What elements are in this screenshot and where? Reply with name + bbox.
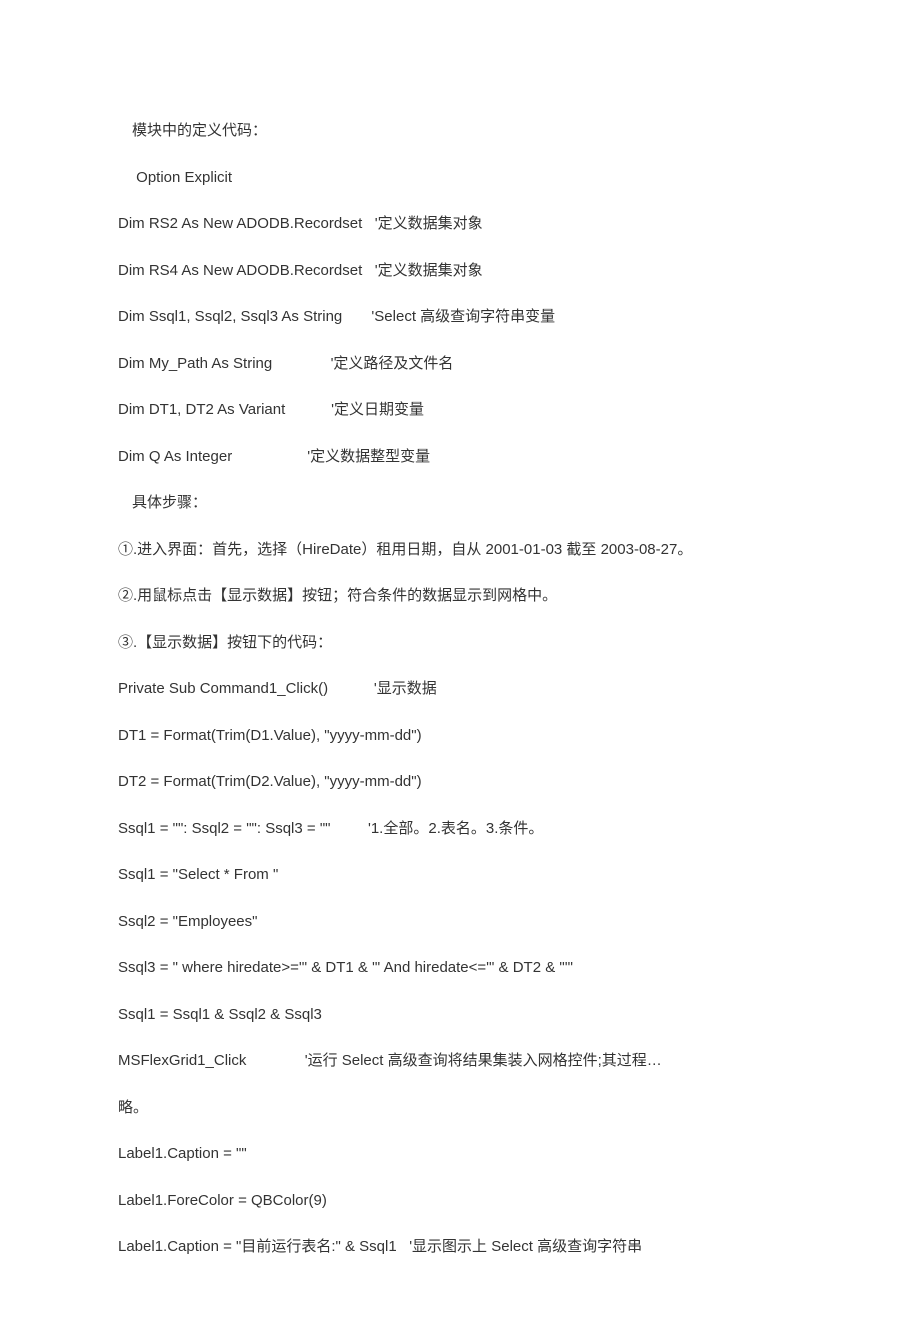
code-line: Label1.Caption = ""	[118, 1143, 805, 1166]
code-line: DT2 = Format(Trim(D2.Value), "yyyy-mm-dd…	[118, 771, 805, 794]
code-line: Label1.Caption = "目前运行表名:" & Ssql1 '显示图示…	[118, 1236, 805, 1259]
code-line: Dim My_Path As String '定义路径及文件名	[118, 353, 805, 376]
code-line: 模块中的定义代码：	[118, 120, 805, 143]
code-line: Dim RS4 As New ADODB.Recordset '定义数据集对象	[118, 260, 805, 283]
code-line: Dim Ssql1, Ssql2, Ssql3 As String 'Selec…	[118, 306, 805, 329]
code-line: Ssql1 = "": Ssql2 = "": Ssql3 = "" '1.全部…	[118, 818, 805, 841]
document-body: 模块中的定义代码： Option Explicit Dim RS2 As New …	[118, 120, 805, 1259]
code-line: Ssql1 = Ssql1 & Ssql2 & Ssql3	[118, 1004, 805, 1027]
code-line: Private Sub Command1_Click() '显示数据	[118, 678, 805, 701]
code-line: Ssql1 = "Select * From "	[118, 864, 805, 887]
code-line: Dim DT1, DT2 As Variant '定义日期变量	[118, 399, 805, 422]
code-line: ②.用鼠标点击【显示数据】按钮；符合条件的数据显示到网格中。	[118, 585, 805, 608]
code-line: Dim Q As Integer '定义数据整型变量	[118, 446, 805, 469]
code-line: ③.【显示数据】按钮下的代码：	[118, 632, 805, 655]
code-line: Ssql3 = " where hiredate>='" & DT1 & "' …	[118, 957, 805, 980]
code-line: MSFlexGrid1_Click '运行 Select 高级查询将结果集装入网…	[118, 1050, 805, 1073]
code-line: Ssql2 = "Employees"	[118, 911, 805, 934]
code-line: Label1.ForeColor = QBColor(9)	[118, 1190, 805, 1213]
code-line: Option Explicit	[118, 167, 805, 190]
code-line: ①.进入界面：首先，选择（HireDate）租用日期，自从 2001-01-03…	[118, 539, 805, 562]
code-line: 略。	[118, 1097, 805, 1120]
code-line: 具体步骤：	[118, 492, 805, 515]
code-line: Dim RS2 As New ADODB.Recordset '定义数据集对象	[118, 213, 805, 236]
code-line: DT1 = Format(Trim(D1.Value), "yyyy-mm-dd…	[118, 725, 805, 748]
